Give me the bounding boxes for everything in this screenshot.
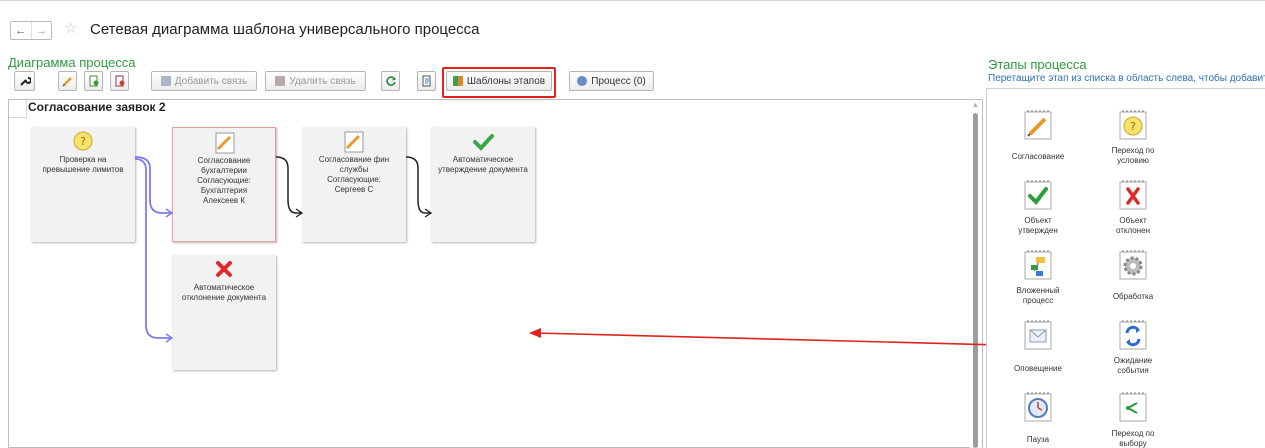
question-icon: ? (1119, 110, 1147, 140)
palette-label: Оповещение (1014, 364, 1062, 373)
palette-approval[interactable]: Согласование (998, 110, 1078, 176)
palette-label: Переход по выбору (1111, 429, 1155, 448)
connector-check-to-accounting (134, 156, 171, 214)
palette-nested-process[interactable]: Вложенный процесс (998, 250, 1078, 316)
palette-notification[interactable]: Оповещение (998, 320, 1078, 386)
drag-annotation-arrow (535, 332, 1041, 347)
palette-conditional-transition[interactable]: ? Переход по условию (1093, 110, 1173, 176)
checkmark-icon (1024, 180, 1052, 210)
connector-finance-to-approve (405, 156, 430, 214)
palette-object-rejected[interactable]: Объект отклонен (1093, 180, 1173, 246)
palette-choice-transition[interactable]: Переход по выбору (1093, 392, 1173, 448)
refresh-icon (1119, 320, 1147, 350)
palette-label: Объект отклонен (1115, 216, 1151, 235)
palette-label: Объект утвержден (1018, 216, 1058, 235)
envelope-icon (1024, 320, 1052, 350)
nested-process-icon (1024, 250, 1052, 280)
palette-object-approved[interactable]: Объект утвержден (998, 180, 1078, 246)
palette-label: Обработка (1112, 292, 1154, 301)
palette-label: Ожидание события (1113, 356, 1153, 375)
branch-icon (1119, 392, 1147, 422)
connector-accounting-to-finance (275, 156, 301, 214)
palette-wait-event[interactable]: Ожидание события (1093, 320, 1173, 386)
palette-processing[interactable]: Обработка (1093, 250, 1173, 316)
gear-icon (1119, 250, 1147, 280)
palette-pause[interactable]: Пауза (998, 392, 1078, 448)
app-window: ← → ☆ Сетевая диаграмма шаблона универса… (0, 0, 1265, 448)
drag-annotation-arrowhead (529, 328, 541, 338)
pencil-pad-icon (1024, 110, 1052, 140)
palette-label: Согласование (1011, 152, 1065, 161)
palette-label: Пауза (1026, 435, 1050, 444)
palette-label: Вложенный процесс (1016, 286, 1060, 305)
svg-text:?: ? (1130, 120, 1136, 133)
cross-icon (1119, 180, 1147, 210)
palette-label: Переход по условию (1111, 146, 1155, 165)
clock-icon (1024, 392, 1052, 422)
connector-check-to-reject (134, 158, 171, 339)
